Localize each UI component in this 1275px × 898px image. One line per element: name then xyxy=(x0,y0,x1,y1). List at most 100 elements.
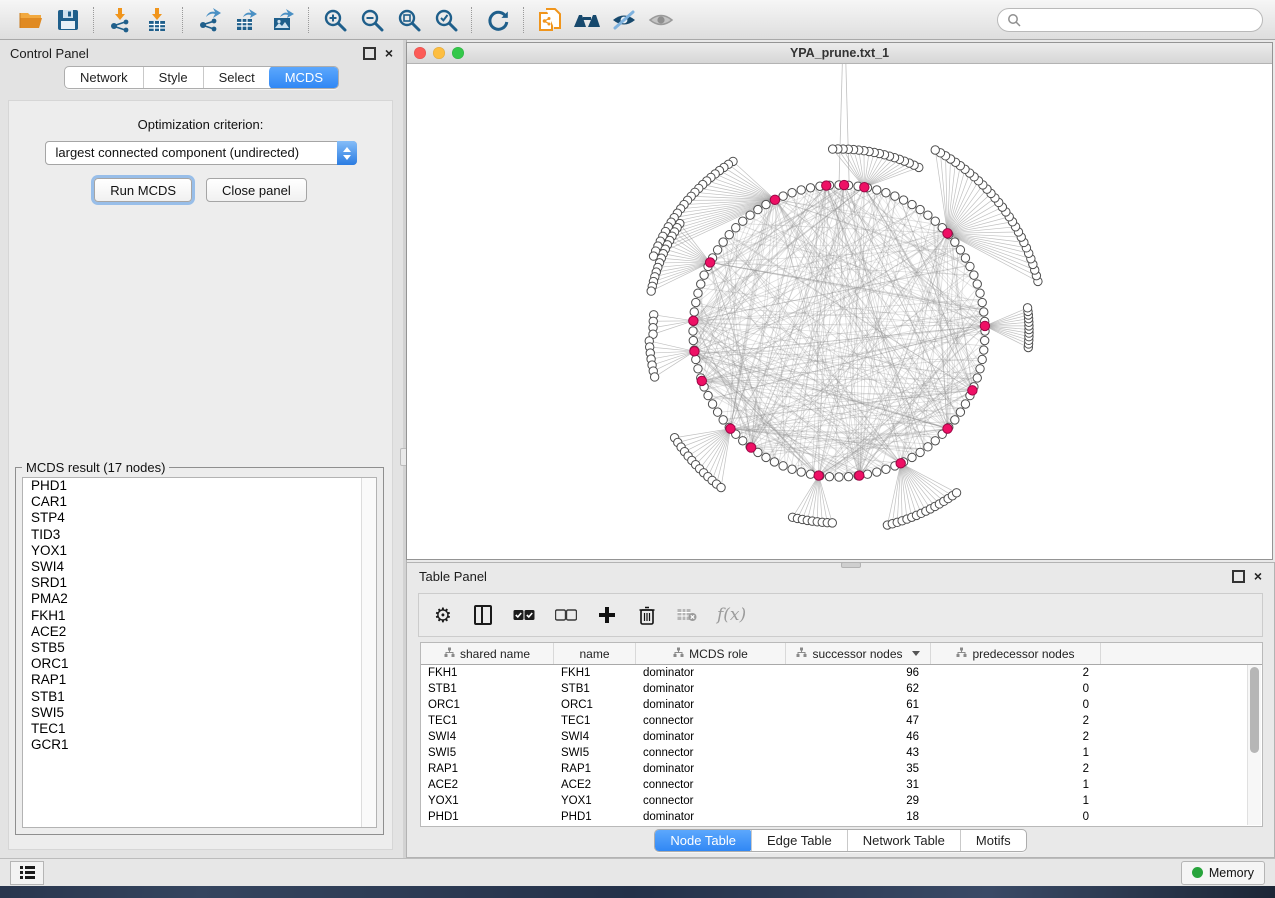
float-table-panel-icon[interactable] xyxy=(1232,570,1245,583)
table-cell: SWI5 xyxy=(421,747,554,759)
deselect-all-icon[interactable] xyxy=(555,603,577,627)
mcds-list-scrollbar[interactable] xyxy=(361,478,376,827)
mcds-result-list[interactable]: PHD1CAR1STP4TID3YOX1SWI4SRD1PMA2FKH1ACE2… xyxy=(22,477,377,828)
table-cell: FKH1 xyxy=(421,667,554,679)
delete-entry-icon[interactable] xyxy=(637,603,657,627)
show-column-icon[interactable] xyxy=(473,603,493,627)
import-network-icon[interactable] xyxy=(101,4,138,36)
hide-selected-icon[interactable] xyxy=(605,4,642,36)
toolbar-separator xyxy=(308,7,309,33)
clone-network-icon[interactable] xyxy=(531,4,568,36)
network-graph[interactable] xyxy=(407,64,1272,559)
table-row[interactable]: FKH1FKH1dominator962 xyxy=(421,665,1262,681)
export-network-icon[interactable] xyxy=(190,4,227,36)
save-session-icon[interactable] xyxy=(49,4,86,36)
tab-style[interactable]: Style xyxy=(143,67,203,88)
table-row[interactable]: SWI5SWI5connector431 xyxy=(421,745,1262,761)
table-row[interactable]: YOX1YOX1connector291 xyxy=(421,793,1262,809)
scrollbar-thumb[interactable] xyxy=(1250,667,1259,753)
run-mcds-button[interactable]: Run MCDS xyxy=(94,178,192,202)
table-cell: SWI5 xyxy=(554,747,636,759)
table-row[interactable]: SWI4SWI4dominator462 xyxy=(421,729,1262,745)
tab-select[interactable]: Select xyxy=(203,67,270,88)
show-panels-list-button[interactable] xyxy=(10,861,44,885)
first-neighbors-icon[interactable] xyxy=(568,4,605,36)
control-panel-title: Control Panel xyxy=(10,46,89,61)
column-header-successor-nodes[interactable]: successor nodes xyxy=(786,643,931,664)
memory-button[interactable]: Memory xyxy=(1181,861,1265,885)
column-header-name[interactable]: name xyxy=(554,643,636,664)
zoom-out-icon[interactable] xyxy=(353,4,390,36)
tab-edge-table[interactable]: Edge Table xyxy=(751,830,847,851)
table-cell: ORC1 xyxy=(421,699,554,711)
table-row[interactable]: TEC1TEC1connector472 xyxy=(421,713,1262,729)
mcds-result-item[interactable]: STB5 xyxy=(23,640,376,656)
mcds-result-item[interactable]: SWI5 xyxy=(23,705,376,721)
zoom-fit-icon[interactable] xyxy=(390,4,427,36)
search-field[interactable] xyxy=(1027,12,1253,28)
network-view-window: YPA_prune.txt_1 xyxy=(406,42,1273,560)
horizontal-splitter-grip[interactable] xyxy=(841,562,861,568)
mcds-result-item[interactable]: STP4 xyxy=(23,510,376,526)
control-panel-tabs: Network Style Select MCDS xyxy=(64,66,339,89)
table-cell: 2 xyxy=(931,667,1101,679)
table-row[interactable]: ACE2ACE2connector311 xyxy=(421,777,1262,793)
criterion-dropdown[interactable]: largest connected component (undirected) xyxy=(45,141,357,165)
mcds-result-item[interactable]: SRD1 xyxy=(23,575,376,591)
table-header-row: shared name nameMCDS rolesuccessor nodesp… xyxy=(421,643,1262,665)
export-image-icon[interactable] xyxy=(264,4,301,36)
table-cell: 2 xyxy=(931,731,1101,743)
search-input[interactable] xyxy=(997,8,1263,32)
table-cell: dominator xyxy=(636,811,786,823)
export-table-icon[interactable] xyxy=(227,4,264,36)
table-cell: dominator xyxy=(636,667,786,679)
column-header-predecessor-nodes[interactable]: predecessor nodes xyxy=(931,643,1101,664)
close-panel-icon[interactable]: × xyxy=(385,48,393,58)
select-all-icon[interactable] xyxy=(513,603,535,627)
add-entry-icon[interactable] xyxy=(597,603,617,627)
tab-motifs[interactable]: Motifs xyxy=(960,830,1026,851)
close-panel-button[interactable]: Close panel xyxy=(206,178,307,202)
table-scrollbar[interactable] xyxy=(1247,665,1261,825)
zoom-in-icon[interactable] xyxy=(316,4,353,36)
table-cell: FKH1 xyxy=(554,667,636,679)
mcds-result-item[interactable]: STB1 xyxy=(23,689,376,705)
open-file-icon[interactable] xyxy=(12,4,49,36)
table-cell: RAP1 xyxy=(421,763,554,775)
column-header-shared-name[interactable]: shared name xyxy=(421,643,554,664)
mcds-result-item[interactable]: PHD1 xyxy=(23,478,376,494)
table-row[interactable]: RAP1RAP1dominator352 xyxy=(421,761,1262,777)
mcds-result-item[interactable]: RAP1 xyxy=(23,672,376,688)
table-row[interactable]: PHD1PHD1dominator180 xyxy=(421,809,1262,825)
sort-indicator-icon[interactable] xyxy=(912,651,920,656)
import-table-icon[interactable] xyxy=(138,4,175,36)
table-row[interactable]: ORC1ORC1dominator610 xyxy=(421,697,1262,713)
mcds-result-item[interactable]: GCR1 xyxy=(23,737,376,753)
tab-mcds[interactable]: MCDS xyxy=(269,66,339,89)
mcds-result-item[interactable]: TID3 xyxy=(23,527,376,543)
mcds-result-item[interactable]: SWI4 xyxy=(23,559,376,575)
show-all-icon[interactable] xyxy=(642,4,679,36)
tab-node-table[interactable]: Node Table xyxy=(654,829,752,852)
column-header-MCDS-role[interactable]: MCDS role xyxy=(636,643,786,664)
mcds-result-item[interactable]: TEC1 xyxy=(23,721,376,737)
mcds-result-item[interactable]: PMA2 xyxy=(23,591,376,607)
function-builder-icon[interactable]: f(x) xyxy=(717,603,746,627)
tab-network[interactable]: Network xyxy=(65,67,143,88)
mcds-result-item[interactable]: FKH1 xyxy=(23,608,376,624)
mcds-result-item[interactable]: ORC1 xyxy=(23,656,376,672)
mcds-result-item[interactable]: CAR1 xyxy=(23,494,376,510)
float-panel-icon[interactable] xyxy=(363,47,376,60)
mcds-result-item[interactable]: YOX1 xyxy=(23,543,376,559)
delete-table-icon[interactable] xyxy=(677,603,697,627)
settings-gear-icon[interactable]: ⚙ xyxy=(433,603,453,627)
table-row[interactable]: STB1STB1dominator620 xyxy=(421,681,1262,697)
table-cell: 0 xyxy=(931,699,1101,711)
mcds-result-item[interactable]: ACE2 xyxy=(23,624,376,640)
column-header-label: shared name xyxy=(460,647,530,661)
close-table-panel-icon[interactable]: × xyxy=(1254,571,1262,581)
tab-network-table[interactable]: Network Table xyxy=(847,830,960,851)
network-window-titlebar[interactable]: YPA_prune.txt_1 xyxy=(407,43,1272,64)
refresh-view-icon[interactable] xyxy=(479,4,516,36)
zoom-selected-icon[interactable] xyxy=(427,4,464,36)
